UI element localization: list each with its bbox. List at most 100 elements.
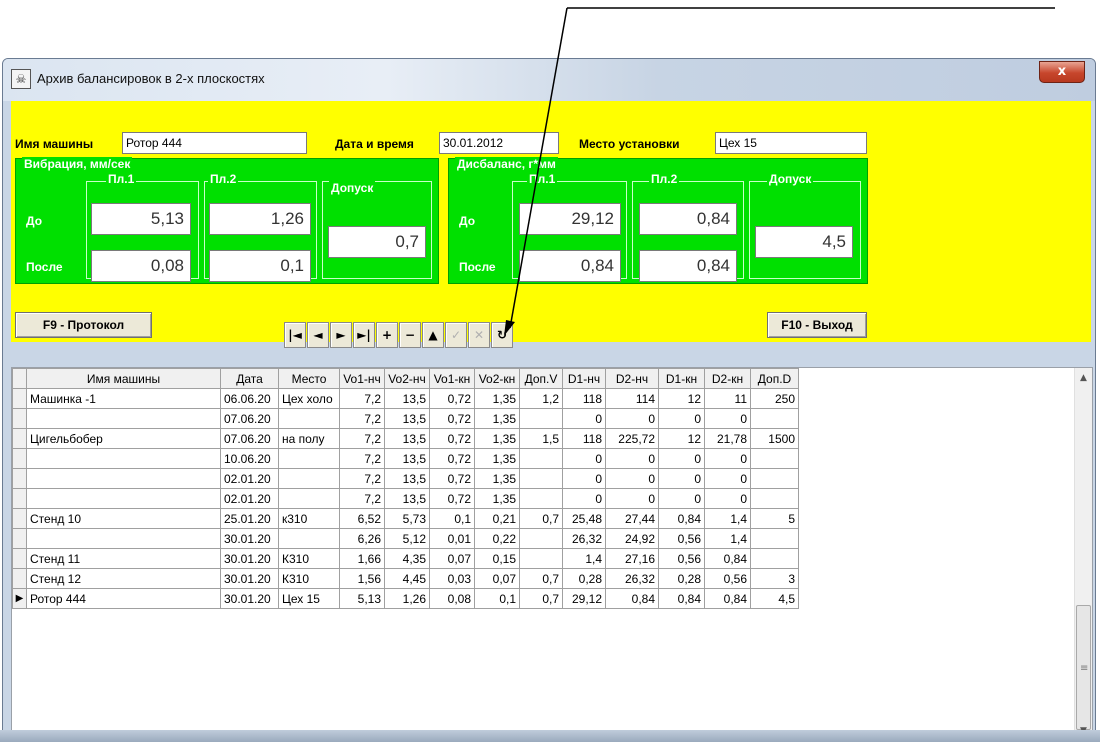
refresh-icon[interactable]: ↻ <box>491 322 513 348</box>
first-record-icon[interactable]: |◄ <box>284 322 306 348</box>
table-cell[interactable]: К310 <box>278 568 340 589</box>
table-cell[interactable]: 1,35 <box>474 408 520 429</box>
table-cell[interactable]: 0,7 <box>519 588 563 609</box>
column-header[interactable]: D1-нч <box>562 368 606 389</box>
edit-record-icon[interactable]: ▲ <box>422 322 444 348</box>
table-cell[interactable]: Стенд 12 <box>26 568 221 589</box>
table-cell[interactable]: 1,4 <box>704 508 751 529</box>
table-cell[interactable]: 0,1 <box>474 588 520 609</box>
table-cell[interactable]: Цигельбобер <box>26 428 221 449</box>
table-cell[interactable]: 0 <box>562 468 606 489</box>
table-cell[interactable]: 0,28 <box>658 568 705 589</box>
exit-button[interactable]: F10 - Выход <box>767 312 867 338</box>
row-indicator[interactable] <box>12 428 27 449</box>
table-cell[interactable] <box>278 488 340 509</box>
column-header[interactable]: Доп.V <box>519 368 563 389</box>
column-header[interactable]: Vo2-кн <box>474 368 520 389</box>
table-cell[interactable]: 13,5 <box>384 468 430 489</box>
row-indicator[interactable] <box>12 508 27 529</box>
table-cell[interactable]: 0 <box>658 488 705 509</box>
table-cell[interactable]: 7,2 <box>339 388 385 409</box>
table-cell[interactable]: 0,72 <box>429 448 475 469</box>
vibration-before-p2[interactable]: 1,26 <box>209 203 311 235</box>
table-cell[interactable]: 1,35 <box>474 388 520 409</box>
column-header[interactable]: D2-кн <box>704 368 751 389</box>
table-cell[interactable] <box>519 548 563 569</box>
install-place-field[interactable]: Цех 15 <box>715 132 867 154</box>
table-cell[interactable] <box>750 548 799 569</box>
table-cell[interactable] <box>278 408 340 429</box>
insert-record-icon[interactable]: + <box>376 322 398 348</box>
table-cell[interactable]: 0 <box>704 408 751 429</box>
table-cell[interactable] <box>750 468 799 489</box>
table-cell[interactable]: 7,2 <box>339 408 385 429</box>
table-cell[interactable]: 30.01.20 <box>220 548 279 569</box>
table-cell[interactable] <box>519 468 563 489</box>
table-cell[interactable]: 7,2 <box>339 468 385 489</box>
table-row[interactable]: Машинка -1 06.06.20 Цех холо 7,2 13,5 0,72 1,3… <box>12 388 799 409</box>
table-cell[interactable]: 1,35 <box>474 448 520 469</box>
table-cell[interactable]: 114 <box>605 388 659 409</box>
imbalance-after-p1[interactable]: 0,84 <box>519 250 621 282</box>
table-cell[interactable]: к310 <box>278 508 340 529</box>
table-cell[interactable]: 4,45 <box>384 568 430 589</box>
table-cell[interactable]: 118 <box>562 428 606 449</box>
table-cell[interactable]: 1,5 <box>519 428 563 449</box>
table-cell[interactable]: 1,4 <box>704 528 751 549</box>
table-cell[interactable]: 5,13 <box>339 588 385 609</box>
vibration-before-p1[interactable]: 5,13 <box>91 203 191 235</box>
table-cell[interactable]: 4,5 <box>750 588 799 609</box>
table-row[interactable]: 07.06.20 7,2 13,5 0,72 1,35 0 0 0 0 <box>12 408 799 429</box>
table-cell[interactable]: 13,5 <box>384 428 430 449</box>
table-cell[interactable]: 0,84 <box>658 508 705 529</box>
table-cell[interactable]: 13,5 <box>384 408 430 429</box>
table-cell[interactable]: 0,01 <box>429 528 475 549</box>
table-cell[interactable]: 12 <box>658 388 705 409</box>
table-cell[interactable]: 0,56 <box>704 568 751 589</box>
table-cell[interactable]: 0 <box>605 488 659 509</box>
table-cell[interactable]: Машинка -1 <box>26 388 221 409</box>
table-cell[interactable]: 0,08 <box>429 588 475 609</box>
table-cell[interactable] <box>750 488 799 509</box>
table-cell[interactable]: 30.01.20 <box>220 568 279 589</box>
table-cell[interactable] <box>26 448 221 469</box>
table-cell[interactable]: 0 <box>605 468 659 489</box>
table-cell[interactable]: 27,44 <box>605 508 659 529</box>
imbalance-after-p2[interactable]: 0,84 <box>639 250 737 282</box>
table-row[interactable]: ▶ Ротор 444 30.01.20 Цех 15 5,13 1,26 0,08 0,1 0… <box>12 588 799 609</box>
table-cell[interactable]: 06.06.20 <box>220 388 279 409</box>
table-cell[interactable]: 1500 <box>750 428 799 449</box>
table-cell[interactable]: 1,4 <box>562 548 606 569</box>
table-cell[interactable]: 27,16 <box>605 548 659 569</box>
table-cell[interactable]: 5,73 <box>384 508 430 529</box>
table-cell[interactable]: 4,35 <box>384 548 430 569</box>
table-cell[interactable]: 26,32 <box>605 568 659 589</box>
table-cell[interactable]: 0,84 <box>704 588 751 609</box>
table-cell[interactable]: 5,12 <box>384 528 430 549</box>
table-cell[interactable]: 0,56 <box>658 528 705 549</box>
table-cell[interactable]: 02.01.20 <box>220 468 279 489</box>
table-cell[interactable]: 5 <box>750 508 799 529</box>
table-cell[interactable]: 7,2 <box>339 428 385 449</box>
table-cell[interactable]: 0,28 <box>562 568 606 589</box>
table-row[interactable]: Стенд 10 25.01.20 к310 6,52 5,73 0,1 0,21 0,7 25… <box>12 508 799 529</box>
table-cell[interactable]: 118 <box>562 388 606 409</box>
row-indicator[interactable] <box>12 488 27 509</box>
table-cell[interactable]: 1,2 <box>519 388 563 409</box>
table-cell[interactable]: 30.01.20 <box>220 588 279 609</box>
table-cell[interactable]: 07.06.20 <box>220 428 279 449</box>
vibration-tolerance-field[interactable]: 0,7 <box>328 226 426 258</box>
table-cell[interactable]: 26,32 <box>562 528 606 549</box>
table-cell[interactable]: 1,35 <box>474 468 520 489</box>
table-cell[interactable] <box>750 528 799 549</box>
table-cell[interactable]: 07.06.20 <box>220 408 279 429</box>
table-cell[interactable]: 6,52 <box>339 508 385 529</box>
table-cell[interactable]: 24,92 <box>605 528 659 549</box>
scroll-up-icon[interactable]: ▲ <box>1075 370 1092 387</box>
row-indicator[interactable] <box>12 408 27 429</box>
table-cell[interactable]: Цех 15 <box>278 588 340 609</box>
table-cell[interactable]: 0,7 <box>519 508 563 529</box>
column-header[interactable]: Vo2-нч <box>384 368 430 389</box>
table-cell[interactable]: 0 <box>704 488 751 509</box>
table-cell[interactable]: 6,26 <box>339 528 385 549</box>
